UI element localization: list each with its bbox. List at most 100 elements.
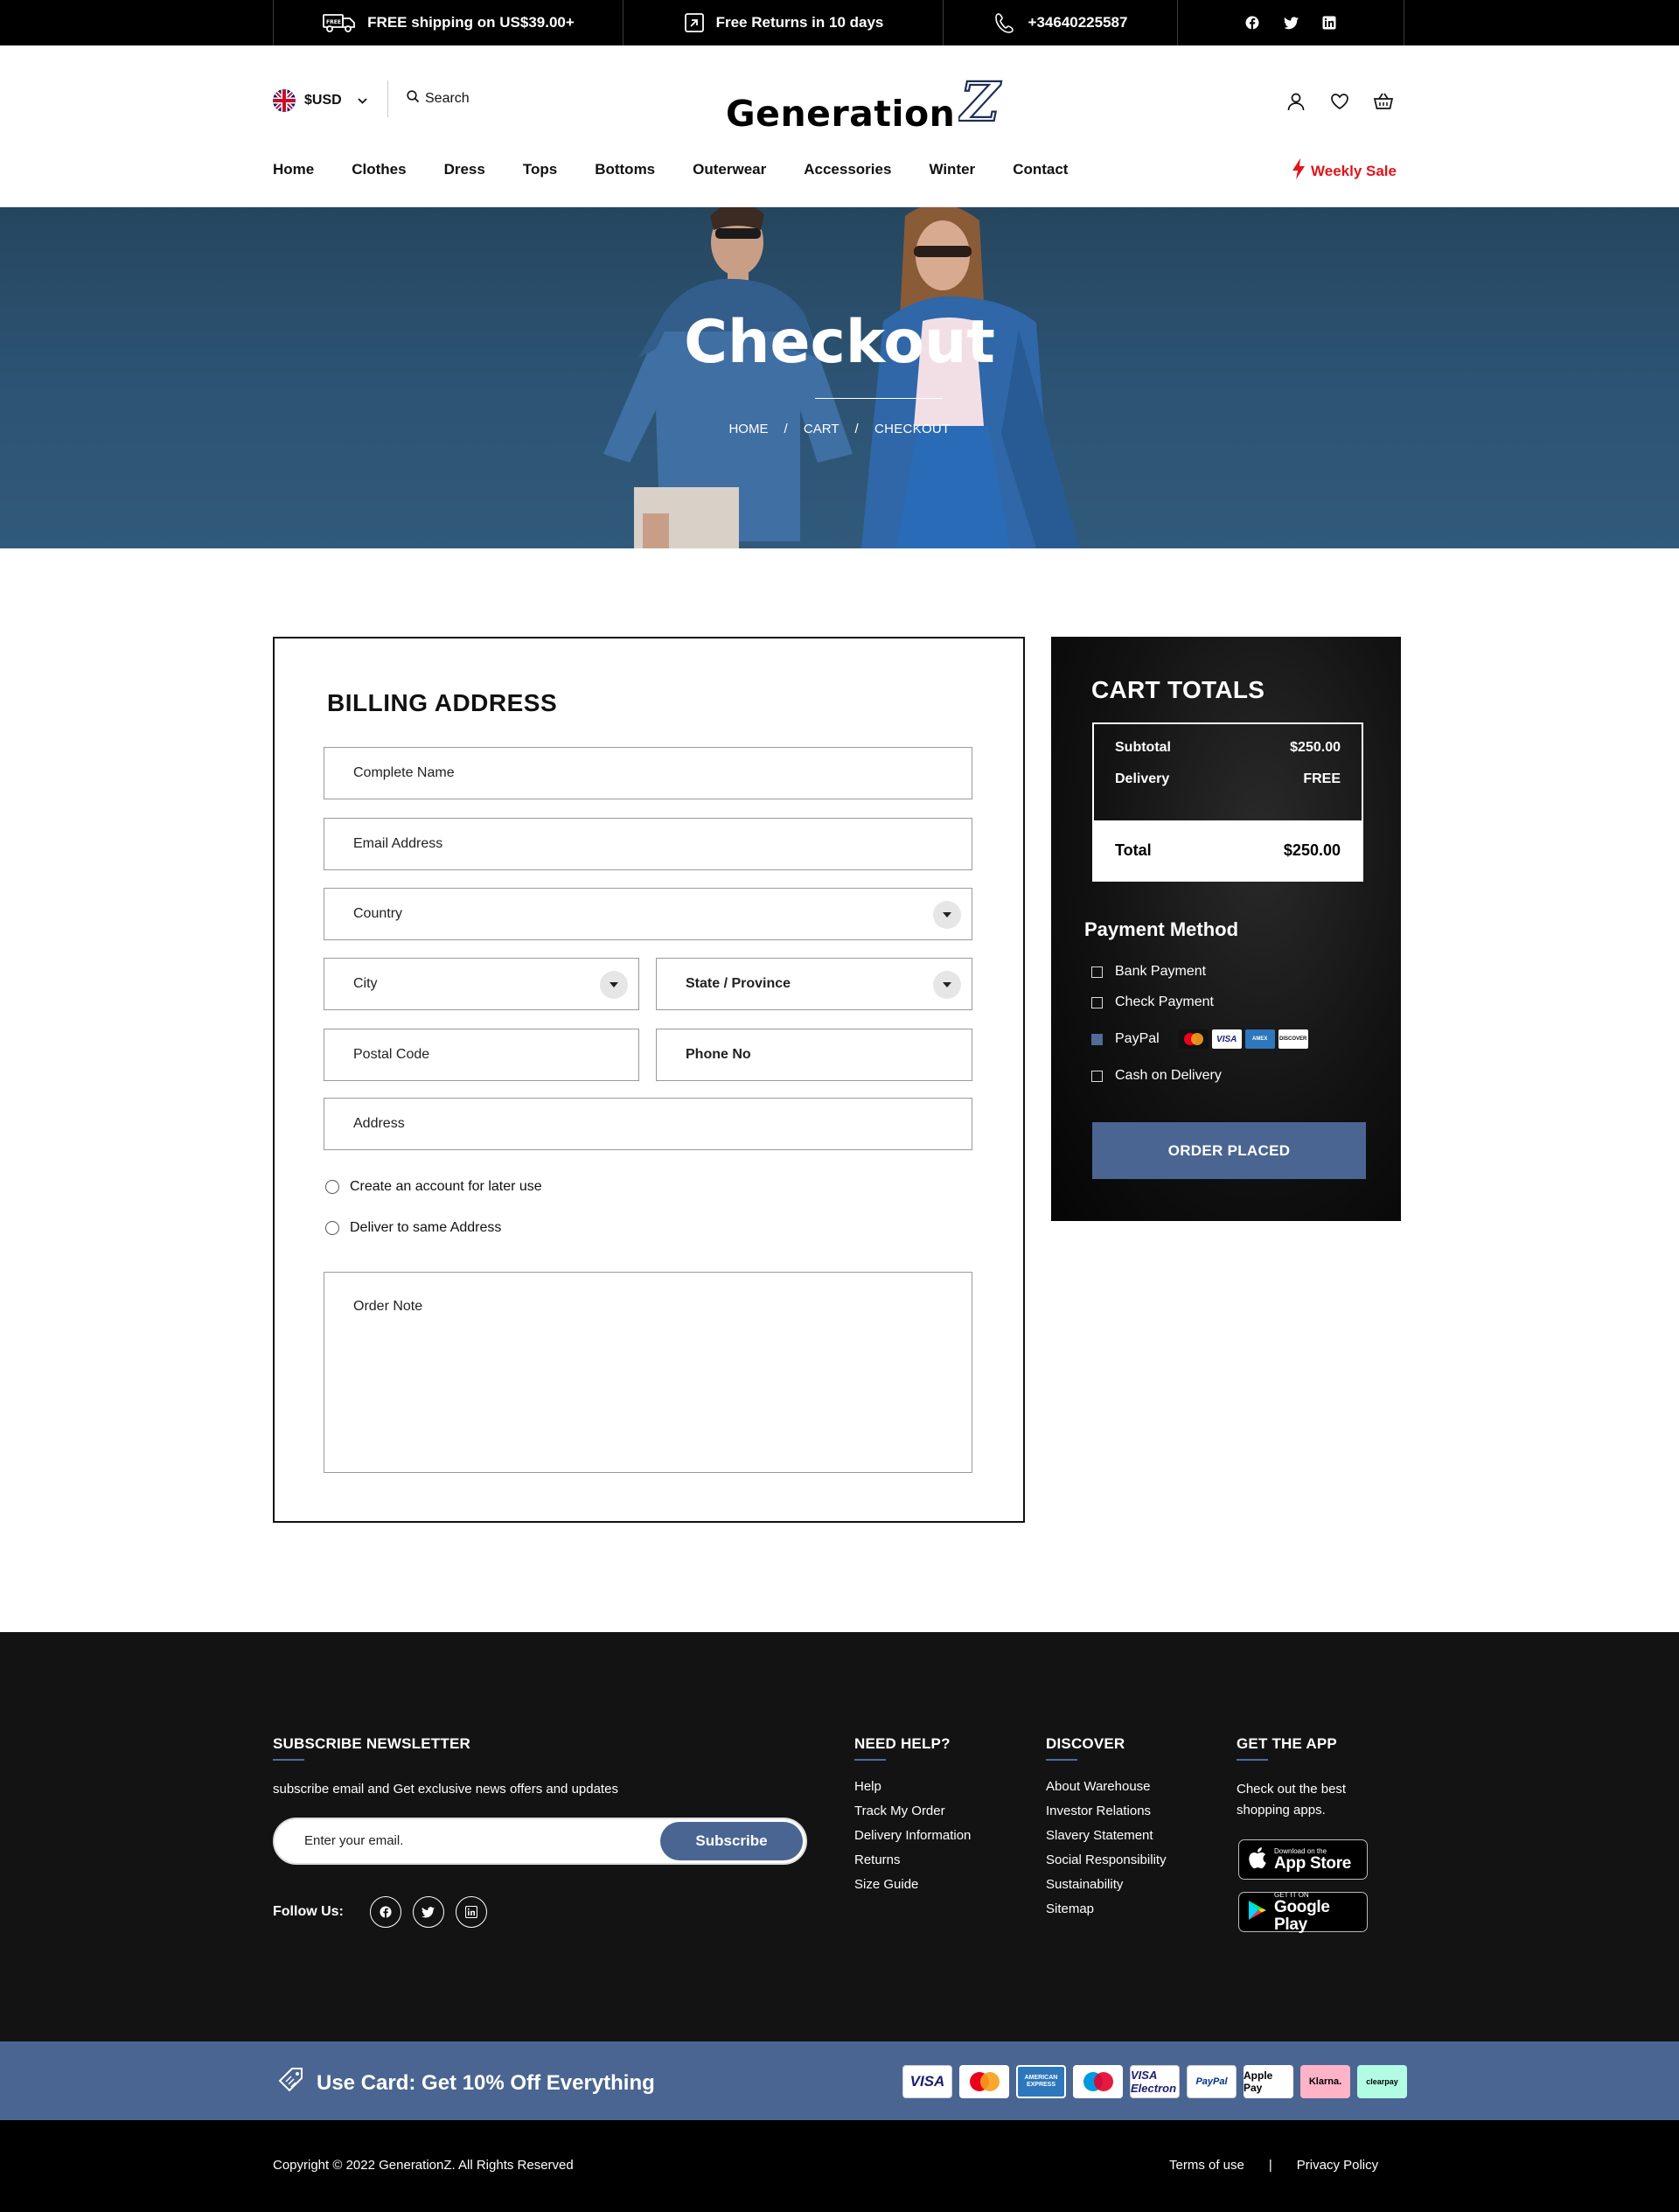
apple-icon xyxy=(1248,1846,1267,1874)
footer-link-about[interactable]: About Warehouse xyxy=(1046,1779,1167,1794)
total-label: Total xyxy=(1115,841,1152,859)
nav-item-winter[interactable]: Winter xyxy=(929,161,975,178)
email-field[interactable]: Email Address xyxy=(324,818,972,870)
total-row: Total $250.00 xyxy=(1094,820,1362,880)
google-play-badge[interactable]: GET IT ON Google Play xyxy=(1238,1891,1368,1933)
newsletter-form: Enter your email. Subscribe xyxy=(273,1818,807,1865)
same-address-label: Deliver to same Address xyxy=(350,1220,502,1235)
nav-item-clothes[interactable]: Clothes xyxy=(352,161,406,178)
facebook-icon[interactable] xyxy=(369,1896,401,1928)
footer-link-sustainability[interactable]: Sustainability xyxy=(1046,1877,1167,1892)
state-province-select[interactable]: State / Province xyxy=(656,958,972,1010)
payment-option-cod[interactable]: Cash on Delivery xyxy=(1091,1068,1222,1084)
subscribe-button[interactable]: Subscribe xyxy=(660,1822,803,1860)
maestro-logo-icon xyxy=(1073,2065,1123,2098)
currency-selector[interactable]: $USD xyxy=(273,89,367,112)
postal-code-field[interactable]: Postal Code xyxy=(324,1029,639,1081)
app-store-badge[interactable]: Download on the App Store xyxy=(1238,1839,1368,1880)
billing-title: BILLING ADDRESS xyxy=(327,689,558,716)
nav-item-contact[interactable]: Contact xyxy=(1013,161,1068,178)
address-field[interactable]: Address xyxy=(324,1098,972,1150)
chevron-down-icon xyxy=(358,93,367,108)
checkbox[interactable] xyxy=(1091,1070,1103,1082)
truck-icon: FREE xyxy=(322,11,357,34)
phone-text: +34640225587 xyxy=(1028,14,1128,31)
nav-item-home[interactable]: Home xyxy=(273,161,314,178)
order-note-textarea[interactable]: Order Note xyxy=(324,1272,972,1473)
newsletter-email-input[interactable]: Enter your email. xyxy=(304,1833,403,1848)
user-icon[interactable] xyxy=(1285,91,1306,112)
footer-link-help[interactable]: Help xyxy=(854,1779,971,1794)
weekly-sale-link[interactable]: Weekly Sale xyxy=(1292,157,1397,185)
nav-item-accessories[interactable]: Accessories xyxy=(804,161,891,178)
twitter-icon[interactable] xyxy=(1282,14,1299,31)
footer-link-slavery[interactable]: Slavery Statement xyxy=(1046,1828,1167,1843)
phone-notice[interactable]: +34640225587 xyxy=(943,0,1177,45)
cart-totals-panel: CART TOTALS Subtotal $250.00 Delivery FR… xyxy=(1051,637,1401,1221)
footer-link-returns[interactable]: Returns xyxy=(854,1853,971,1867)
nav-item-bottoms[interactable]: Bottoms xyxy=(595,161,655,178)
order-placed-button[interactable]: ORDER PLACED xyxy=(1092,1122,1366,1179)
phone-icon xyxy=(993,10,1018,35)
email-placeholder: Email Address xyxy=(353,836,443,851)
footer-link-track-order[interactable]: Track My Order xyxy=(854,1804,971,1818)
wishlist-heart-icon[interactable] xyxy=(1329,91,1350,112)
search-button[interactable]: Search xyxy=(407,90,470,108)
privacy-policy-link[interactable]: Privacy Policy xyxy=(1297,2158,1378,2173)
facebook-icon[interactable] xyxy=(1244,14,1261,31)
footer-link-size-guide[interactable]: Size Guide xyxy=(854,1877,971,1892)
page-title: Checkout xyxy=(684,308,995,377)
breadcrumb-separator: / xyxy=(784,422,788,436)
footer-link-delivery-info[interactable]: Delivery Information xyxy=(854,1828,971,1843)
order-note-placeholder: Order Note xyxy=(353,1299,423,1314)
same-address-option[interactable]: Deliver to same Address xyxy=(325,1220,501,1236)
copyright-text: Copyright © 2022 GenerationZ. All Rights… xyxy=(273,2158,574,2173)
terms-of-use-link[interactable]: Terms of use xyxy=(1169,2158,1244,2173)
city-select[interactable]: City xyxy=(324,958,639,1010)
payment-option-check[interactable]: Check Payment xyxy=(1091,994,1214,1010)
radio-button[interactable] xyxy=(325,1180,339,1194)
nav-item-tops[interactable]: Tops xyxy=(523,161,557,178)
payment-method-title: Payment Method xyxy=(1084,918,1239,940)
checkbox[interactable] xyxy=(1091,996,1103,1008)
linkedin-icon[interactable] xyxy=(455,1896,487,1928)
breadcrumb-home[interactable]: HOME xyxy=(728,422,768,436)
checkbox-checked[interactable] xyxy=(1091,1033,1103,1045)
footer-link-sitemap[interactable]: Sitemap xyxy=(1046,1901,1167,1916)
paypal-logo-icon: PayPal xyxy=(1187,2065,1237,2098)
header-divider xyxy=(387,80,388,117)
cart-totals-title: CART TOTALS xyxy=(1091,676,1265,703)
breadcrumb-current: CHECKOUT xyxy=(874,422,951,436)
linkedin-icon[interactable] xyxy=(1320,14,1338,31)
country-select[interactable]: Country xyxy=(324,888,972,940)
footer-link-social[interactable]: Social Responsibility xyxy=(1046,1853,1167,1867)
currency-label: $USD xyxy=(304,93,342,108)
footer-link-investors[interactable]: Investor Relations xyxy=(1046,1804,1167,1818)
cart-basket-icon[interactable] xyxy=(1373,91,1394,112)
hero-models-image xyxy=(603,207,1080,548)
logo-text: Generation xyxy=(726,93,956,135)
billing-address-form: BILLING ADDRESS Complete Name Email Addr… xyxy=(273,637,1025,1523)
site-logo[interactable]: Generation Z xyxy=(726,69,1007,135)
payment-option-paypal[interactable]: PayPal VISA AMEX DISCOVER xyxy=(1091,1029,1308,1049)
dropdown-caret-icon xyxy=(933,901,961,929)
address-placeholder: Address xyxy=(353,1116,405,1131)
google-play-icon xyxy=(1248,1900,1267,1925)
twitter-icon[interactable] xyxy=(412,1896,444,1928)
breadcrumb-separator: / xyxy=(854,422,859,436)
search-icon xyxy=(407,90,420,108)
breadcrumb-cart[interactable]: CART xyxy=(804,422,840,436)
phone-field[interactable]: Phone No xyxy=(656,1029,972,1081)
discover-logo-icon: DISCOVER xyxy=(1278,1029,1308,1049)
total-value: $250.00 xyxy=(1283,841,1341,859)
shipping-text: FREE shipping on US$39.00+ xyxy=(367,14,575,31)
radio-button[interactable] xyxy=(325,1221,339,1235)
checkbox[interactable] xyxy=(1091,966,1103,978)
nav-item-outerwear[interactable]: Outerwear xyxy=(693,161,766,178)
create-account-option[interactable]: Create an account for later use xyxy=(325,1179,542,1195)
card-promo-text: Use Card: Get 10% Off Everything xyxy=(317,2070,655,2095)
nav-item-dress[interactable]: Dress xyxy=(444,161,485,178)
site-footer: SUBSCRIBE NEWSLETTER subscribe email and… xyxy=(0,1632,1679,2041)
complete-name-field[interactable]: Complete Name xyxy=(324,747,972,799)
payment-option-bank[interactable]: Bank Payment xyxy=(1091,964,1206,980)
